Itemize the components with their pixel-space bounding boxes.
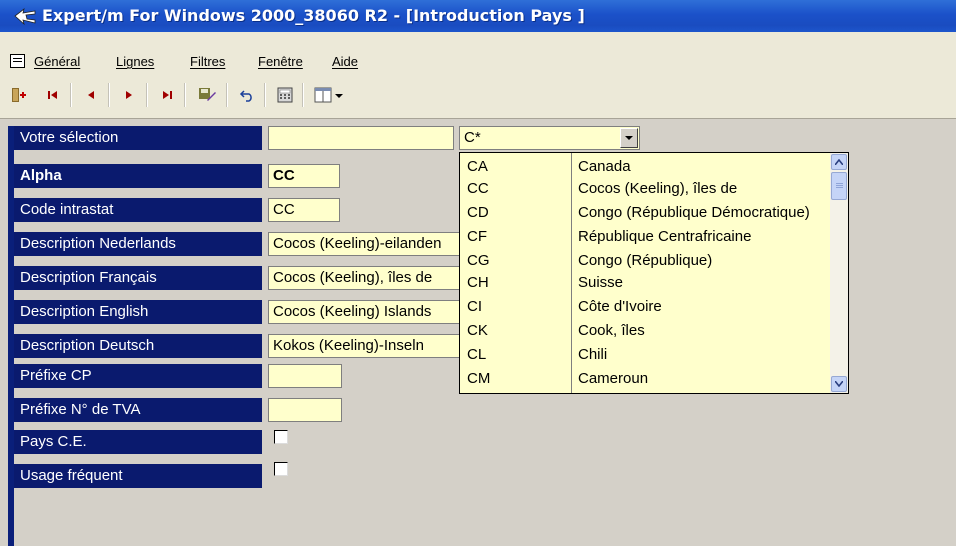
separator	[184, 83, 185, 107]
description-en-label: Description English	[14, 300, 262, 324]
menu-aide[interactable]: Aide	[332, 54, 358, 69]
document-menu-icon[interactable]	[10, 54, 25, 68]
country-dropdown-list[interactable]: CA Canada CC Cocos (Keeling), îles de CD Co…	[459, 152, 849, 394]
menu-fenetre[interactable]: Fenêtre	[258, 54, 303, 69]
undo-icon[interactable]	[236, 84, 258, 106]
title-spacer	[0, 32, 956, 50]
prefixe-tva-label: Préfixe N° de TVA	[14, 398, 262, 422]
description-de-field[interactable]: Kokos (Keeling)-Inseln	[268, 334, 460, 358]
scroll-thumb[interactable]	[831, 172, 847, 200]
prefixe-cp-field[interactable]	[268, 364, 342, 388]
list-item[interactable]: CH Suisse	[460, 274, 830, 296]
calculator-icon[interactable]	[274, 84, 296, 106]
separator	[302, 83, 303, 107]
insert-record-icon[interactable]	[8, 84, 30, 106]
list-item[interactable]: CL Chili	[460, 346, 830, 368]
alpha-label: Alpha	[14, 164, 262, 188]
description-fr-label: Description Français	[14, 266, 262, 290]
list-item[interactable]: CD Congo (République Démocratique)	[460, 204, 830, 226]
pays-ce-checkbox[interactable]	[274, 430, 288, 444]
selection-combo[interactable]: C*	[459, 126, 640, 150]
description-nl-label: Description Nederlands	[14, 232, 262, 256]
menu-general[interactable]: Général	[34, 54, 80, 69]
separator	[108, 83, 109, 107]
prefixe-cp-label: Préfixe CP	[14, 364, 262, 388]
menu-lignes[interactable]: Lignes	[116, 54, 154, 69]
description-en-field[interactable]: Cocos (Keeling) Islands	[268, 300, 460, 324]
menu-bar: Général Lignes Filtres Fenêtre Aide	[0, 50, 956, 74]
list-item[interactable]: CC Cocos (Keeling), îles de	[460, 180, 830, 202]
code-intrastat-field[interactable]: CC	[268, 198, 340, 222]
app-icon	[14, 7, 36, 26]
separator	[264, 83, 265, 107]
selection-input[interactable]	[268, 126, 454, 150]
toolbar-dropdown-icon[interactable]	[332, 84, 346, 106]
dropdown-scrollbar[interactable]	[830, 153, 848, 393]
description-nl-field[interactable]: Cocos (Keeling)-eilanden	[268, 232, 460, 256]
list-item[interactable]: CI Côte d'Ivoire	[460, 298, 830, 320]
toolbar	[0, 74, 956, 119]
list-item[interactable]: CK Cook, îles	[460, 322, 830, 344]
prefixe-tva-field[interactable]	[268, 398, 342, 422]
window-title: Expert/m For Windows 2000_38060 R2 - [In…	[42, 6, 585, 25]
scroll-down-icon[interactable]	[831, 376, 847, 392]
previous-record-icon[interactable]	[80, 84, 102, 106]
alpha-field[interactable]: CC	[268, 164, 340, 188]
columns-icon[interactable]	[312, 84, 334, 106]
list-item[interactable]: CF République Centrafricaine	[460, 228, 830, 250]
list-item[interactable]: CG Congo (République)	[460, 252, 830, 274]
save-icon[interactable]	[196, 84, 218, 106]
first-record-icon[interactable]	[42, 84, 64, 106]
list-item[interactable]: CM Cameroun	[460, 370, 830, 392]
description-fr-field[interactable]: Cocos (Keeling), îles de	[268, 266, 460, 290]
title-bar[interactable]: Expert/m For Windows 2000_38060 R2 - [In…	[0, 0, 956, 32]
separator	[70, 83, 71, 107]
scroll-up-icon[interactable]	[831, 154, 847, 170]
description-de-label: Description Deutsch	[14, 334, 262, 358]
combo-value: C*	[464, 129, 481, 146]
list-item[interactable]: CA Canada	[460, 158, 830, 180]
code-intrastat-label: Code intrastat	[14, 198, 262, 222]
menu-filtres[interactable]: Filtres	[190, 54, 225, 69]
separator	[226, 83, 227, 107]
next-record-icon[interactable]	[118, 84, 140, 106]
combo-dropdown-button[interactable]	[620, 128, 638, 148]
usage-frequent-checkbox[interactable]	[274, 462, 288, 476]
usage-frequent-label: Usage fréquent	[14, 464, 262, 488]
selection-label: Votre sélection	[14, 126, 262, 150]
pays-ce-label: Pays C.E.	[14, 430, 262, 454]
separator	[146, 83, 147, 107]
last-record-icon[interactable]	[156, 84, 178, 106]
